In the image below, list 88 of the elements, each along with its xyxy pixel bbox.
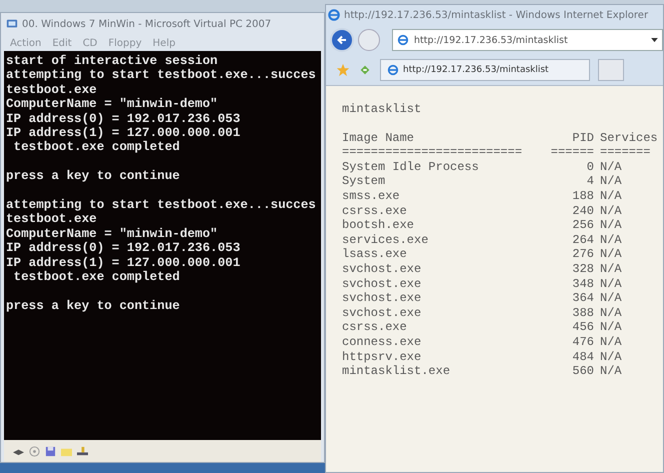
table-cell-text: 484 [571, 350, 594, 364]
table-cell-text: mintasklist.exe [342, 364, 452, 379]
menu-item[interactable]: Edit [52, 38, 72, 48]
table-cell-text: 4 [586, 174, 594, 189]
console-line: attempting to start testboot.exe...succes [6, 198, 317, 212]
table-cell-text: N/A [600, 204, 623, 218]
left-arrow-icon [336, 34, 348, 46]
table-cell-text: N/A [600, 320, 623, 335]
table-cell-text: services.exe [342, 232, 430, 248]
page-heading: mintasklist [342, 102, 422, 117]
add-favorite-icon[interactable] [358, 63, 372, 77]
table-cell-text: 456 [571, 320, 594, 335]
table-cell-text: N/A [600, 262, 623, 277]
floppy-icon[interactable] [44, 446, 57, 456]
table-cell-text: System Idle Process [342, 160, 480, 174]
table-cell-text: svchost.exe [342, 262, 422, 277]
table-cell-text: 560 [571, 364, 594, 379]
table-cell-text: 328 [571, 262, 594, 277]
table-cell-text: 388 [571, 306, 594, 320]
console-line: press a key to continue [6, 298, 181, 314]
table-cell-text: 476 [571, 334, 594, 350]
table-cell-text: N/A [600, 334, 623, 350]
column-header: Image Name [342, 130, 416, 146]
console-line: testboot.exe [6, 212, 98, 227]
table-cell-text: svchost.exe [342, 306, 422, 320]
table-cell-text: N/A [600, 350, 623, 364]
console-line: attempting to start testboot.exe...succes [6, 68, 317, 83]
table-cell-text: N/A [600, 291, 623, 306]
table-cell-text: N/A [600, 306, 623, 320]
table-cell-text: N/A [600, 276, 623, 292]
browser-icon [328, 9, 340, 21]
table-cell-text: N/A [600, 218, 623, 233]
table-cell-text: conness.exe [342, 334, 422, 350]
table-cell-text: csrss.exe [342, 204, 408, 218]
table-cell-text: 188 [571, 188, 594, 204]
window-title: 00. Windows 7 MinWin - Microsoft Virtual PC 2007 [22, 18, 272, 30]
table-cell-text: lsass.exe [342, 247, 408, 262]
table-cell-text: N/A [600, 188, 623, 204]
new-tab-button[interactable] [598, 59, 624, 81]
browser-tab[interactable]: http://192.17.236.53/mintasklist [380, 59, 590, 81]
table-cell-text: 0 [586, 160, 594, 174]
menu-item[interactable]: Floppy [108, 38, 142, 48]
menu-item[interactable]: CD [82, 38, 98, 48]
table-cell-text: httpsrv.exe [342, 350, 422, 364]
table-cell-text: N/A [600, 364, 623, 379]
table-cell-text: 348 [571, 276, 594, 292]
table-cell-text: svchost.exe [342, 291, 422, 306]
table-cell-text: 264 [571, 232, 594, 248]
menu-item[interactable]: Action [10, 38, 42, 48]
console-line: start of interactive session [6, 54, 219, 68]
window-title: http://192.17.236.53/mintasklist - Windows Internet Explorer [344, 10, 648, 20]
address-text: http://192.17.236.53/mintasklist [414, 34, 569, 46]
table-cell-text: svchost.exe [342, 276, 422, 292]
table-cell-text: N/A [600, 160, 623, 174]
table-cell-text: 276 [571, 247, 594, 262]
separator-text: ========================= [342, 145, 524, 160]
table-cell-text: 240 [571, 204, 594, 218]
console-line: testboot.exe completed [12, 140, 181, 155]
address-bar[interactable]: http://192.17.236.53/mintasklist [392, 29, 663, 51]
console-line: IP address(0) = 192.017.236.053 [6, 241, 242, 256]
table-cell-text: smss.exe [342, 188, 401, 204]
console-line: ComputerName = "minwin-demo" [6, 226, 219, 242]
console-line: testboot.exe completed [12, 270, 181, 284]
menu-item[interactable]: Help [152, 38, 176, 48]
console-line: ComputerName = "minwin-demo" [6, 97, 219, 112]
table-cell-text: N/A [600, 247, 623, 262]
console-line: testboot.exe [6, 82, 98, 98]
table-cell-text: 364 [571, 291, 594, 306]
table-cell-text: csrss.exe [342, 320, 408, 335]
table-cell-text: bootsh.exe [342, 218, 416, 233]
separator-text: ====== [550, 145, 594, 160]
table-cell-text: N/A [600, 232, 623, 248]
console-line: press a key to continue [6, 169, 181, 184]
separator-text: ======= [600, 145, 652, 160]
console-line: IP address(0) = 192.017.236.053 [6, 112, 242, 126]
table-cell-text: N/A [600, 174, 623, 189]
page-icon [397, 34, 409, 46]
caret-icon[interactable] [651, 38, 658, 42]
back-button[interactable] [330, 28, 354, 52]
app-icon [6, 18, 18, 30]
column-header: Services [600, 130, 658, 146]
console-line: IP address(1) = 127.000.000.001 [6, 256, 242, 270]
table-cell-text: System [342, 174, 386, 189]
column-header: PID [571, 130, 594, 146]
table-cell-text: 256 [571, 218, 594, 233]
page-icon [387, 64, 399, 76]
star-icon[interactable] [336, 63, 350, 77]
console-line: IP address(1) = 127.000.000.001 [6, 126, 242, 140]
